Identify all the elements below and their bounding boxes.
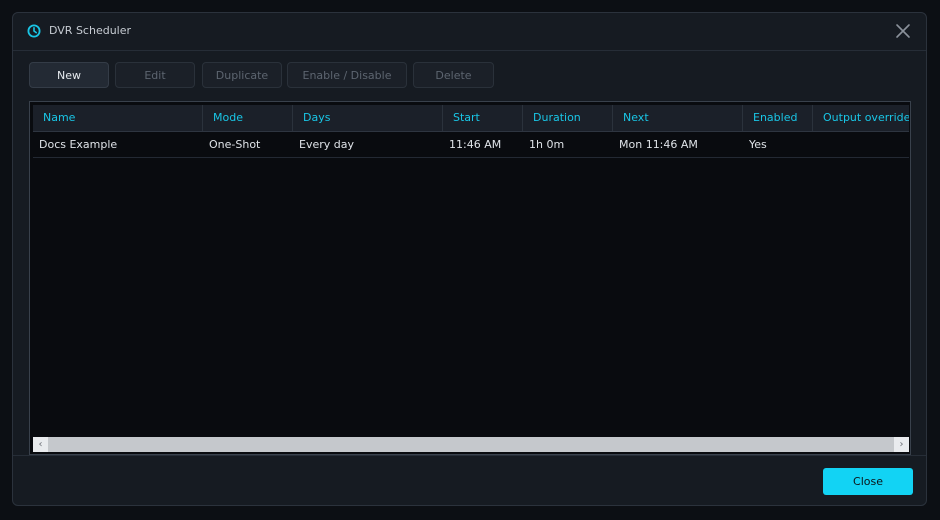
- scroll-right-icon[interactable]: ›: [894, 437, 909, 452]
- column-header-name[interactable]: Name: [33, 105, 203, 131]
- footer-divider: [13, 455, 926, 456]
- close-button[interactable]: Close: [823, 468, 913, 495]
- window-title: DVR Scheduler: [49, 24, 132, 37]
- cell-duration: 1h 0m: [529, 138, 565, 151]
- clock-icon: [27, 24, 41, 38]
- column-header-output-override[interactable]: Output override: [813, 105, 909, 131]
- scrollbar-thumb[interactable]: [48, 439, 884, 450]
- delete-button[interactable]: Delete: [413, 62, 494, 88]
- duplicate-button[interactable]: Duplicate: [202, 62, 282, 88]
- column-header-next[interactable]: Next: [613, 105, 743, 131]
- table-row[interactable]: Docs Example One-Shot Every day 11:46 AM…: [33, 132, 909, 158]
- cell-name: Docs Example: [39, 138, 118, 151]
- cell-mode: One-Shot: [209, 138, 261, 151]
- column-header-mode[interactable]: Mode: [203, 105, 293, 131]
- column-header-days[interactable]: Days: [293, 105, 443, 131]
- horizontal-scrollbar[interactable]: ‹ ›: [33, 437, 909, 452]
- schedule-table: Name Mode Days Start Duration Next Enabl…: [29, 101, 911, 455]
- column-header-duration[interactable]: Duration: [523, 105, 613, 131]
- new-button[interactable]: New: [29, 62, 109, 88]
- cell-next: Mon 11:46 AM: [619, 138, 698, 151]
- cell-enabled: Yes: [749, 138, 767, 151]
- scroll-left-icon[interactable]: ‹: [33, 437, 48, 452]
- close-icon[interactable]: [894, 22, 912, 40]
- cell-output-override: [813, 132, 909, 157]
- cell-days: Every day: [299, 138, 354, 151]
- cell-start: 11:46 AM: [449, 138, 502, 151]
- column-header-enabled[interactable]: Enabled: [743, 105, 813, 131]
- dvr-scheduler-dialog: DVR Scheduler New Edit Duplicate Enable …: [12, 12, 927, 506]
- column-header-start[interactable]: Start: [443, 105, 523, 131]
- edit-button[interactable]: Edit: [115, 62, 195, 88]
- table-header: Name Mode Days Start Duration Next Enabl…: [33, 105, 909, 132]
- title-bar: DVR Scheduler: [13, 13, 926, 51]
- enable-disable-button[interactable]: Enable / Disable: [287, 62, 407, 88]
